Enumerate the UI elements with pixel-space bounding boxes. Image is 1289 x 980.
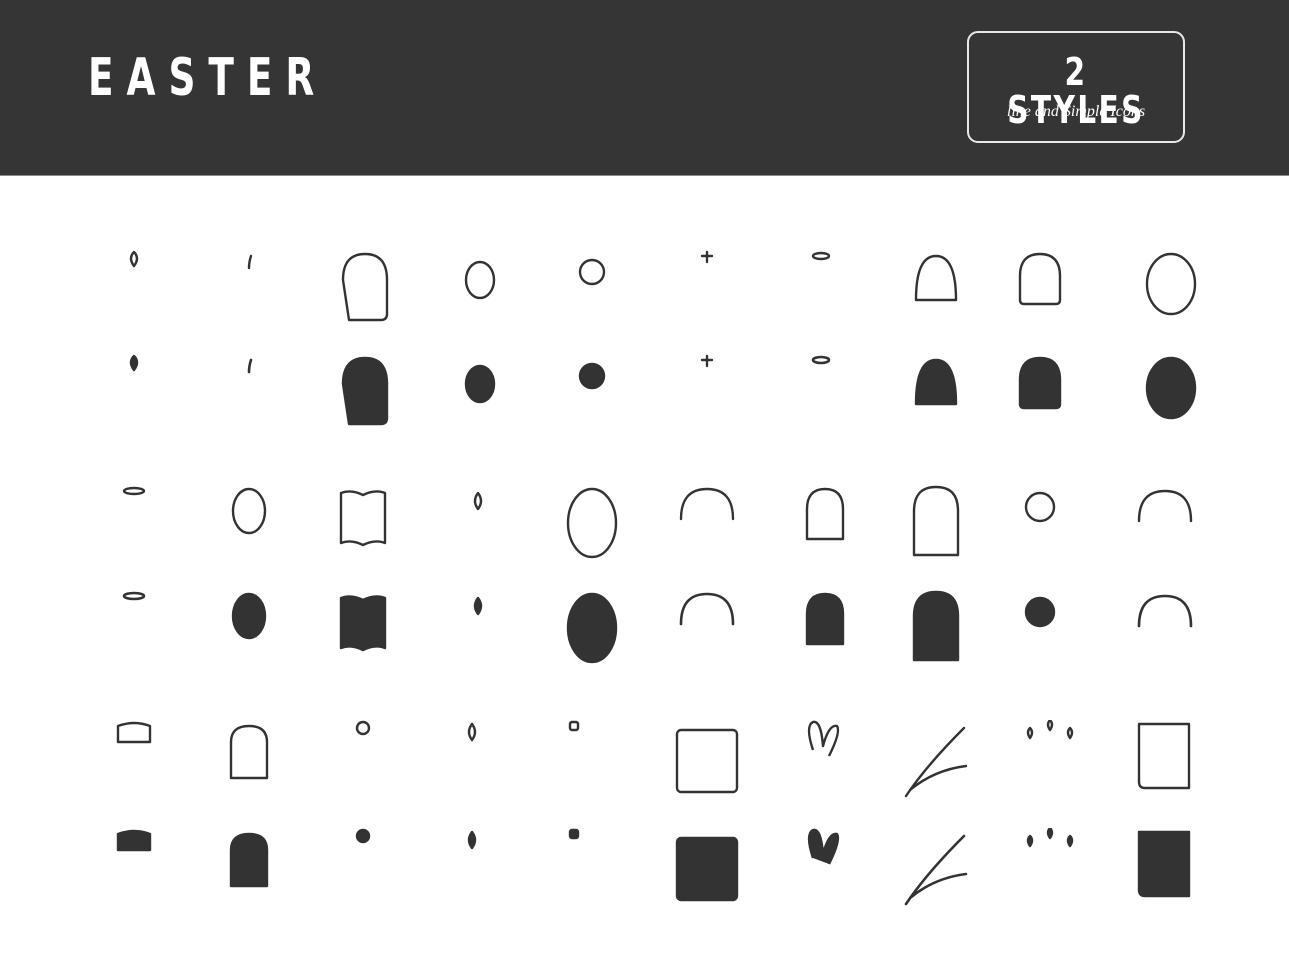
candle-holder-line-icon [442,720,514,798]
willow-branch-solid-icon [900,828,972,906]
chick-solid-icon [1014,590,1086,668]
egg-in-cup-line-icon [213,485,285,563]
easter-cake-candle-line-icon [1014,250,1086,328]
nun-line-icon [900,485,972,563]
egg-cross-ribbon-solid-icon [900,354,972,432]
grave-solid-icon [213,828,285,906]
nun-solid-icon [900,590,972,668]
basket-with-eggs-solid-icon [671,590,743,668]
basket-with-eggs-line-icon [671,485,743,563]
styles-badge: 2 STYLES line and Simple Icons [967,31,1185,143]
hand-holding-egg-line-icon [442,250,514,328]
advent-candles-solid-icon [1014,828,1086,906]
willow-branch-line-icon [900,720,972,798]
egg-in-cup-solid-icon [213,590,285,668]
easter-basket-candle-line-icon [98,250,170,328]
bible-line-icon [1129,720,1201,798]
praying-angel-solid-icon [98,590,170,668]
candle-solid-icon [442,590,514,668]
wine-bottle-glass-line-icon [556,720,628,798]
candle-holder-solid-icon [442,828,514,906]
priest-solid-icon [98,828,170,906]
advent-candles-line-icon [1014,720,1086,798]
chick-in-eggshell-solid-icon [556,354,628,432]
easter-cake-candle-solid-icon [1014,354,1086,432]
cupcake-cherry-solid-icon [213,354,285,432]
praying-angel-line-icon [98,485,170,563]
basket-willow-solid-icon [1129,590,1201,668]
badge-subtitle: line and Simple Icons [1006,103,1146,120]
hand-holding-egg-solid-icon [442,354,514,432]
egg-with-cross-line-icon [556,485,628,563]
wine-bottle-glass-solid-icon [556,828,628,906]
angel-line-icon [785,250,857,328]
egg-with-cross-solid-icon [556,590,628,668]
church-line-icon [671,250,743,328]
easter-cake-eggs-solid-icon [327,354,399,432]
calendar-cross-solid-icon [671,828,743,906]
hand-holding-cake-solid-icon [785,590,857,668]
egg-painting-brush-line-icon [1129,250,1201,328]
calendar-cross-line-icon [671,720,743,798]
bible-solid-icon [1129,828,1201,906]
chick-line-icon [1014,485,1086,563]
easter-basket-candle-solid-icon [98,354,170,432]
egg-painting-brush-solid-icon [1129,354,1201,432]
hands-holding-bible-solid-icon [327,590,399,668]
grave-line-icon [213,720,285,798]
angel-solid-icon [785,354,857,432]
basket-willow-line-icon [1129,485,1201,563]
page-title: EASTER [88,48,328,108]
egg-cross-ribbon-line-icon [900,250,972,328]
chick-in-eggshell-line-icon [556,250,628,328]
priest-line-icon [98,720,170,798]
hands-holding-bible-line-icon [327,485,399,563]
hand-holding-cake-line-icon [785,485,857,563]
easter-cake-eggs-line-icon [327,250,399,328]
church-solid-icon [671,354,743,432]
cupcake-cherry-line-icon [213,250,285,328]
chocolate-bunny-line-icon [785,720,857,798]
sermon-solid-icon [327,828,399,906]
candle-line-icon [442,485,514,563]
header-banner: EASTER 2 STYLES line and Simple Icons [0,0,1289,176]
chocolate-bunny-solid-icon [785,828,857,906]
sermon-line-icon [327,720,399,798]
